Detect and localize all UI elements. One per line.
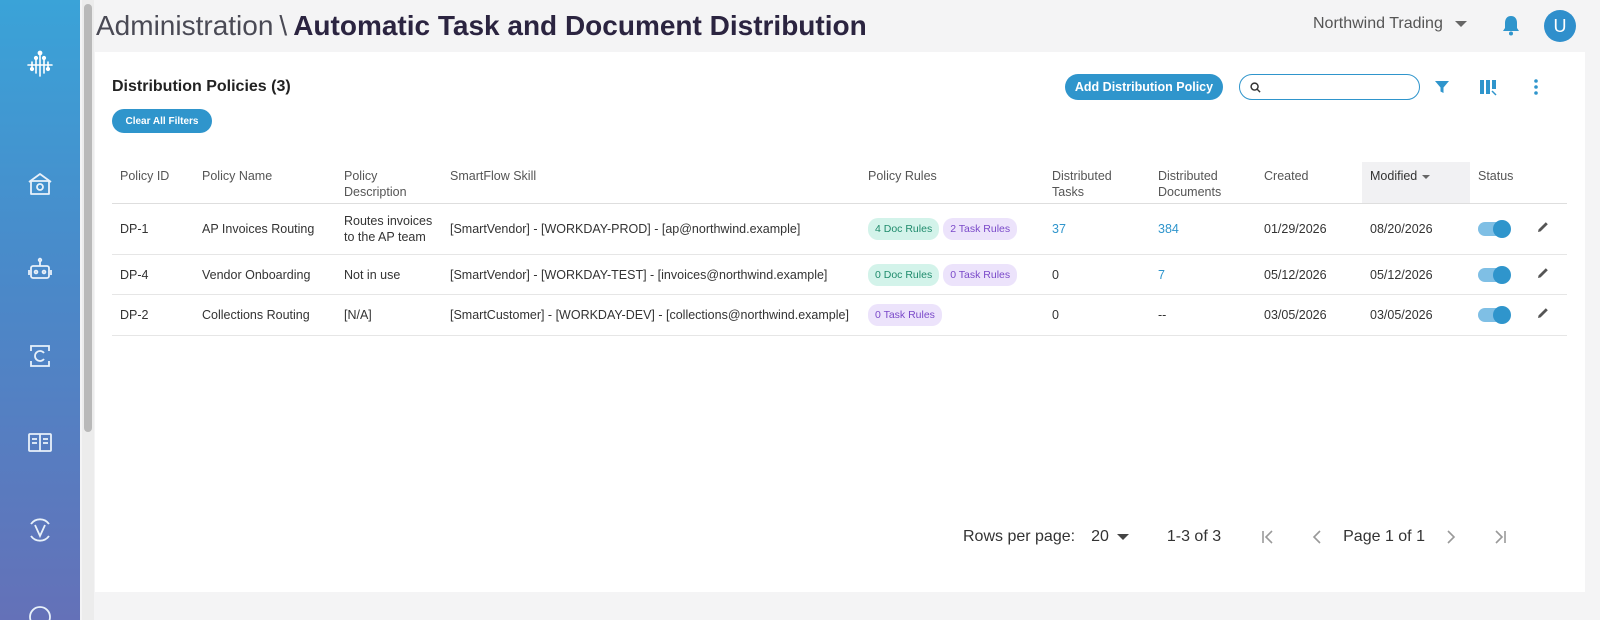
col-policy-name[interactable]: Policy Name	[194, 162, 336, 203]
cell-policy-name: Vendor Onboarding	[202, 267, 311, 282]
cell-smartflow-skill: [SmartCustomer] - [WORKDAY-DEV] - [colle…	[450, 308, 849, 322]
cell-status	[1470, 306, 1528, 324]
breadcrumb-separator: \	[279, 10, 288, 41]
status-toggle[interactable]	[1478, 306, 1511, 324]
first-page-icon[interactable]	[1257, 526, 1279, 548]
cell-modified: 08/20/2026	[1370, 222, 1433, 236]
cycle-v-icon[interactable]	[22, 512, 58, 548]
task-rules-chip[interactable]: 0 Task Rules	[943, 263, 1018, 286]
add-policy-button[interactable]: Add Distribution Policy	[1065, 74, 1223, 100]
pagination: Rows per page: 20 1-3 of 3 Page 1 of 1	[963, 526, 1511, 548]
cell-policy-description: Not in use	[344, 267, 401, 282]
col-distributed-tasks[interactable]: Distributed Tasks	[1044, 162, 1150, 203]
cell-policy-name: Collections Routing	[202, 308, 310, 322]
home-icon[interactable]	[22, 166, 58, 202]
doc-rules-chip[interactable]: 4 Doc Rules	[868, 218, 940, 240]
clear-filters-button[interactable]: Clear All Filters	[112, 109, 212, 133]
robot-icon[interactable]	[22, 252, 58, 288]
org-name: Northwind Trading	[1313, 15, 1443, 32]
cell-policy-id: DP-1	[120, 222, 149, 236]
page-heading: Automatic Task and Document Distribution	[293, 10, 867, 41]
cell-distributed-documents: --	[1158, 308, 1167, 322]
col-modified-label: Modified	[1370, 169, 1418, 183]
more-menu-icon[interactable]	[1525, 76, 1547, 98]
col-policy-id[interactable]: Policy ID	[112, 162, 194, 203]
table-row[interactable]: DP-2 Collections Routing [N/A] [SmartCus…	[112, 295, 1567, 336]
cell-policy-id: DP-2	[120, 308, 149, 322]
page-scrollbar-thumb[interactable]	[84, 4, 92, 432]
status-toggle[interactable]	[1478, 265, 1511, 284]
page-title: Administration \ Automatic Task and Docume…	[96, 8, 867, 44]
search-icon	[1250, 81, 1261, 93]
cell-modified: 03/05/2026	[1370, 308, 1433, 322]
col-policy-description[interactable]: Policy Description	[336, 162, 442, 203]
chevron-down-icon	[1454, 21, 1467, 27]
distributed-documents-link[interactable]: 7	[1150, 267, 1256, 283]
cell-created: 03/05/2026	[1264, 308, 1327, 322]
partial-nav-icon[interactable]	[22, 594, 58, 620]
edit-icon[interactable]	[1528, 220, 1558, 238]
cell-distributed-tasks: 0	[1052, 308, 1059, 322]
chevron-down-icon	[1116, 534, 1129, 540]
cell-policy-id: DP-4	[120, 267, 149, 282]
rows-per-page-value: 20	[1091, 528, 1109, 545]
col-distributed-documents[interactable]: Distributed Documents	[1150, 162, 1256, 203]
col-status[interactable]: Status	[1470, 162, 1528, 203]
status-toggle[interactable]	[1478, 220, 1511, 238]
search-input[interactable]	[1267, 80, 1407, 94]
cell-policy-name: AP Invoices Routing	[202, 222, 315, 236]
edit-icon[interactable]	[1528, 266, 1558, 284]
logo-icon[interactable]	[22, 46, 58, 82]
page-indicator: Page 1 of 1	[1343, 528, 1425, 545]
table-row[interactable]: DP-4 Vendor Onboarding Not in use [Smart…	[112, 255, 1567, 295]
last-page-icon[interactable]	[1489, 526, 1511, 548]
page-range: 1-3 of 3	[1166, 528, 1222, 545]
cell-smartflow-skill: [SmartVendor] - [WORKDAY-PROD] - [ap@nor…	[450, 222, 801, 236]
cycle-c-icon[interactable]	[22, 338, 58, 374]
col-modified[interactable]: Modified	[1362, 162, 1470, 203]
distributed-tasks-link[interactable]: 37	[1044, 221, 1150, 237]
cell-policy-description: Routes invoices to the AP team	[344, 214, 433, 244]
prev-page-icon[interactable]	[1307, 526, 1329, 548]
table-row[interactable]: DP-1 AP Invoices Routing Routes invoices…	[112, 204, 1567, 255]
bell-icon[interactable]	[1500, 14, 1522, 36]
book-icon[interactable]	[22, 424, 58, 460]
cell-status	[1470, 265, 1528, 284]
policies-panel: Distribution Policies (3) Clear All Filt…	[95, 52, 1585, 592]
col-created[interactable]: Created	[1256, 162, 1362, 203]
cell-created: 05/12/2026	[1264, 267, 1327, 282]
col-policy-rules[interactable]: Policy Rules	[860, 162, 1044, 203]
columns-icon[interactable]	[1477, 76, 1499, 98]
col-smartflow-skill[interactable]: SmartFlow Skill	[442, 162, 860, 203]
next-page-icon[interactable]	[1439, 526, 1461, 548]
cell-policy-rules: 0 Task Rules	[860, 304, 1044, 326]
edit-icon[interactable]	[1528, 306, 1558, 324]
cell-policy-rules: 4 Doc Rules 2 Task Rules	[860, 218, 1044, 240]
sidebar	[0, 0, 80, 620]
cell-smartflow-skill: [SmartVendor] - [WORKDAY-TEST] - [invoic…	[450, 267, 828, 282]
distributed-documents-link[interactable]: 384	[1150, 221, 1256, 237]
table-header: Policy ID Policy Name Policy Description…	[112, 162, 1567, 204]
filter-icon[interactable]	[1431, 76, 1453, 98]
policies-table: Policy ID Policy Name Policy Description…	[112, 162, 1567, 336]
panel-title: Distribution Policies (3)	[112, 78, 291, 95]
doc-rules-chip[interactable]: 0 Doc Rules	[868, 263, 940, 286]
sort-desc-icon	[1422, 174, 1431, 179]
breadcrumb-administration[interactable]: Administration	[96, 10, 273, 41]
cell-distributed-tasks: 0	[1052, 267, 1059, 282]
cell-modified: 05/12/2026	[1370, 267, 1433, 282]
col-actions	[1528, 162, 1558, 203]
avatar[interactable]: U	[1544, 10, 1576, 42]
cell-created: 01/29/2026	[1264, 222, 1327, 236]
rows-per-page-label: Rows per page:	[963, 528, 1076, 545]
cell-policy-rules: 0 Doc Rules 0 Task Rules	[860, 263, 1044, 286]
cell-status	[1470, 220, 1528, 238]
rows-per-page-select[interactable]: 20	[1091, 528, 1129, 546]
search-box[interactable]	[1239, 74, 1420, 100]
task-rules-chip[interactable]: 0 Task Rules	[868, 304, 942, 326]
org-selector[interactable]: Northwind Trading	[1313, 15, 1467, 33]
cell-policy-description: [N/A]	[344, 308, 372, 322]
task-rules-chip[interactable]: 2 Task Rules	[943, 218, 1018, 240]
